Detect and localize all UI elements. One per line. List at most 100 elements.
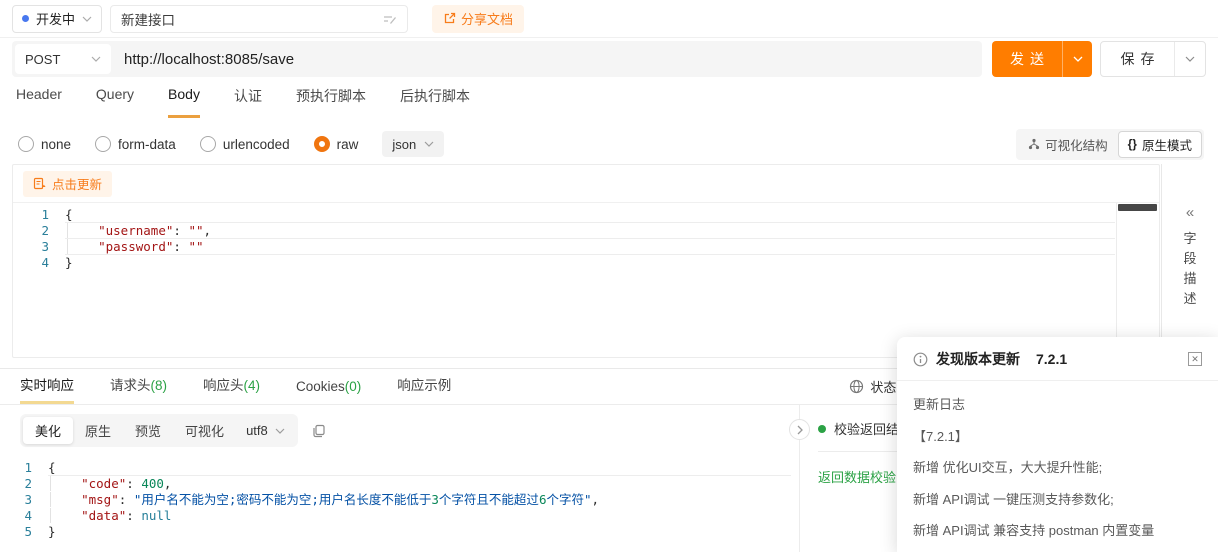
raw-mode-toggle[interactable]: {} 原生模式	[1118, 131, 1202, 158]
code-token: "code"	[81, 476, 126, 491]
code-token: 个字符且不能超过	[439, 492, 539, 507]
editor-toolbar: 点击更新	[13, 165, 1159, 203]
save-options-button[interactable]	[1174, 42, 1205, 76]
edit-icon[interactable]	[383, 13, 397, 25]
chevron-down-icon	[1185, 56, 1195, 62]
request-tab-Body[interactable]: Body	[168, 86, 200, 118]
line-number: 5	[0, 524, 48, 540]
code-token: ,	[164, 476, 172, 491]
method-dropdown[interactable]: POST	[15, 44, 111, 74]
encoding-dropdown[interactable]: utf8	[236, 419, 295, 442]
body-view-toggle: 可视化结构 {} 原生模式	[1016, 129, 1204, 160]
response-mode-预览[interactable]: 预览	[123, 417, 173, 444]
body-type-radios: none form-data urlencoded raw	[18, 136, 382, 152]
response-mode-美化[interactable]: 美化	[23, 417, 73, 444]
share-icon	[443, 12, 456, 25]
click-update-button[interactable]: 点击更新	[23, 171, 112, 197]
request-tab-认证[interactable]: 认证	[234, 86, 262, 118]
request-code-lines: 1{2 "username": "",3 "password": ""4}	[13, 207, 1159, 271]
expand-left-icon[interactable]: «	[1186, 204, 1194, 221]
update-notification: 发现版本更新 7.2.1 ✕ 更新日志 【7.2.1】新增 优化UI交互，大大提…	[897, 337, 1218, 552]
code-token: ""	[188, 223, 203, 238]
response-tab-count: (0)	[345, 379, 362, 394]
code-token: "username"	[98, 223, 173, 238]
code-token: "用户名不能为空;密码不能为空;用户名长度不能低于	[134, 492, 432, 507]
chevron-right-icon	[797, 425, 803, 435]
response-tab-请求头[interactable]: 请求头(8)	[110, 365, 167, 404]
editor-minimap[interactable]	[1116, 203, 1159, 357]
body-type-option-urlencoded[interactable]: urlencoded	[200, 136, 290, 152]
code-token: ""	[188, 239, 203, 254]
code-content: "username": "",	[65, 223, 1115, 239]
field-description-char: 字	[1183, 229, 1196, 249]
api-title-input[interactable]: 新建接口	[110, 5, 408, 33]
send-options-button[interactable]	[1062, 41, 1092, 77]
api-title-value: 新建接口	[121, 9, 175, 29]
code-token: :	[173, 223, 188, 238]
request-tab-后执行脚本[interactable]: 后执行脚本	[400, 86, 470, 118]
collapse-panel-button[interactable]	[789, 419, 810, 440]
code-token: ,	[592, 492, 600, 507]
response-tab-实时响应[interactable]: 实时响应	[20, 365, 74, 404]
code-content: }	[48, 524, 791, 540]
changelog-item: 新增 API调试 兼容支持 postman 内置变量	[913, 521, 1202, 541]
response-mode-可视化[interactable]: 可视化	[173, 417, 236, 444]
visual-structure-toggle[interactable]: 可视化结构	[1018, 131, 1118, 158]
response-tab-Cookies[interactable]: Cookies(0)	[296, 370, 361, 404]
response-code-lines: 1{2 "code": 400,3 "msg": "用户名不能为空;密码不能为空…	[0, 460, 799, 540]
request-tab-Header[interactable]: Header	[16, 86, 62, 118]
request-tab-预执行脚本[interactable]: 预执行脚本	[296, 86, 366, 118]
request-code-area[interactable]: 1{2 "username": "",3 "password": ""4}	[13, 203, 1159, 357]
code-token: :	[173, 239, 188, 254]
body-type-option-none[interactable]: none	[18, 136, 71, 152]
line-number: 1	[0, 460, 48, 476]
line-number: 4	[13, 255, 65, 271]
format-dropdown[interactable]: json	[382, 131, 444, 157]
line-number: 3	[13, 239, 65, 255]
request-tab-Query[interactable]: Query	[96, 86, 134, 118]
response-tab-label: 响应示例	[397, 378, 451, 393]
validation-rule-link[interactable]: 返回数据校验	[818, 467, 896, 486]
code-content: "code": 400,	[48, 476, 791, 492]
code-token: :	[126, 508, 141, 523]
info-circle-icon	[913, 352, 928, 367]
notification-title: 发现版本更新	[936, 349, 1020, 369]
response-mode-group: 美化原生预览可视化 utf8	[20, 414, 298, 447]
sitemap-icon	[1028, 138, 1040, 150]
api-status-dropdown[interactable]: 开发中	[12, 5, 102, 33]
doc-refresh-icon	[33, 177, 46, 190]
radio-icon	[95, 136, 111, 152]
chevron-down-icon	[91, 56, 101, 62]
send-button[interactable]: 发送	[992, 41, 1062, 77]
raw-mode-label: 原生模式	[1142, 135, 1192, 154]
response-tab-响应示例[interactable]: 响应示例	[397, 365, 451, 404]
code-token: 个字符"	[546, 492, 591, 507]
radio-icon	[314, 136, 330, 152]
response-tab-count: (8)	[151, 378, 168, 393]
body-type-option-form-data[interactable]: form-data	[95, 136, 176, 152]
notification-header: 发现版本更新 7.2.1 ✕	[897, 337, 1218, 381]
response-code-area[interactable]: 1{2 "code": 400,3 "msg": "用户名不能为空;密码不能为空…	[0, 456, 799, 540]
response-mode-原生[interactable]: 原生	[73, 417, 123, 444]
encoding-value: utf8	[246, 423, 268, 438]
line-number: 3	[0, 492, 48, 508]
format-value: json	[392, 137, 416, 152]
braces-icon: {}	[1128, 137, 1137, 151]
code-token: "password"	[98, 239, 173, 254]
field-description-sidebar: « 字段描述	[1161, 164, 1218, 358]
api-status-label: 开发中	[36, 9, 75, 28]
minimap-slider[interactable]	[1118, 204, 1157, 211]
radio-icon	[18, 136, 34, 152]
save-button[interactable]: 保存	[1101, 42, 1174, 76]
body-type-option-raw[interactable]: raw	[314, 136, 359, 152]
code-token	[50, 508, 81, 523]
notification-version: 7.2.1	[1036, 351, 1067, 367]
share-doc-button[interactable]: 分享文档	[432, 5, 524, 33]
save-button-group: 保存	[1100, 41, 1206, 77]
response-tab-label: 实时响应	[20, 378, 74, 393]
close-icon[interactable]: ✕	[1188, 352, 1202, 366]
url-input[interactable]: http://localhost:8085/save	[124, 51, 294, 68]
copy-button[interactable]	[312, 424, 326, 438]
copy-icon	[312, 424, 326, 438]
response-tab-响应头[interactable]: 响应头(4)	[203, 365, 260, 404]
